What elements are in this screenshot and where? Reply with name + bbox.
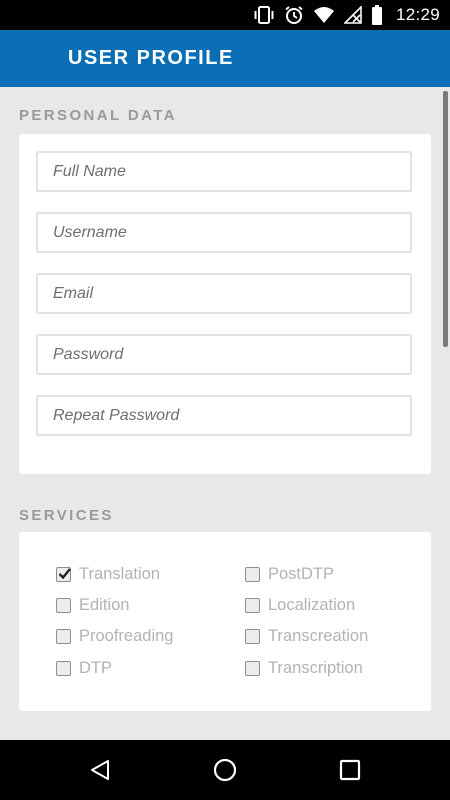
localization-checkbox[interactable] <box>245 597 260 613</box>
recents-button[interactable] <box>320 740 380 800</box>
home-button[interactable] <box>195 740 255 800</box>
repeat-password-input[interactable] <box>38 397 410 434</box>
full-name-input[interactable] <box>38 153 410 190</box>
username-field[interactable] <box>36 212 412 253</box>
password-field[interactable] <box>36 334 412 375</box>
scroll-content[interactable]: PERSONAL DATA SERVICES Translation <box>0 87 450 740</box>
service-label: Edition <box>79 595 130 614</box>
transcription-checkbox[interactable] <box>245 660 260 676</box>
page-title: USER PROFILE <box>68 47 234 69</box>
service-label: Localization <box>268 595 356 614</box>
vibrate-icon <box>253 6 275 24</box>
password-input[interactable] <box>38 336 410 373</box>
back-icon <box>91 760 109 780</box>
email-field[interactable] <box>36 273 412 314</box>
service-edition[interactable]: Edition <box>56 595 129 615</box>
scrollbar-thumb[interactable] <box>443 91 448 347</box>
home-icon <box>213 758 237 782</box>
edition-checkbox[interactable] <box>56 597 71 613</box>
service-label: DTP <box>79 658 112 677</box>
proofreading-checkbox[interactable] <box>56 628 71 644</box>
transcreation-checkbox[interactable] <box>245 628 260 644</box>
recents-icon <box>339 759 361 781</box>
battery-icon <box>371 5 383 25</box>
service-label: Proofreading <box>79 626 174 645</box>
service-transcreation[interactable]: Transcreation <box>245 626 368 646</box>
service-localization[interactable]: Localization <box>245 595 355 615</box>
service-postdtp[interactable]: PostDTP <box>245 564 334 584</box>
personal-data-card <box>19 134 431 474</box>
wifi-icon <box>313 6 335 24</box>
section-title-services: SERVICES <box>19 507 114 524</box>
services-card: Translation Edition Proofreading DTP Pos… <box>19 532 431 711</box>
dtp-checkbox[interactable] <box>56 660 71 676</box>
postdtp-checkbox[interactable] <box>245 566 260 582</box>
navigation-bar <box>0 740 450 800</box>
email-input[interactable] <box>38 275 410 312</box>
status-icons: 12:29 <box>253 0 440 30</box>
service-label: Transcription <box>268 658 363 677</box>
no-signal-icon <box>343 6 362 24</box>
service-proofreading[interactable]: Proofreading <box>56 626 173 646</box>
service-label: PostDTP <box>268 564 335 583</box>
translation-checkbox[interactable] <box>56 566 71 582</box>
app-bar: USER PROFILE <box>0 30 450 87</box>
repeat-password-field[interactable] <box>36 395 412 436</box>
status-time: 12:29 <box>395 5 440 24</box>
username-input[interactable] <box>38 214 410 251</box>
service-dtp[interactable]: DTP <box>56 658 112 678</box>
service-label: Translation <box>79 564 161 583</box>
back-button[interactable] <box>70 740 130 800</box>
alarm-icon <box>284 5 304 25</box>
checkmark-icon <box>58 567 71 579</box>
section-title-personal-data: PERSONAL DATA <box>19 107 177 124</box>
service-label: Transcreation <box>268 626 369 645</box>
service-translation[interactable]: Translation <box>56 564 160 584</box>
status-bar: 12:29 <box>0 0 450 30</box>
service-transcription[interactable]: Transcription <box>245 658 363 678</box>
full-name-field[interactable] <box>36 151 412 192</box>
